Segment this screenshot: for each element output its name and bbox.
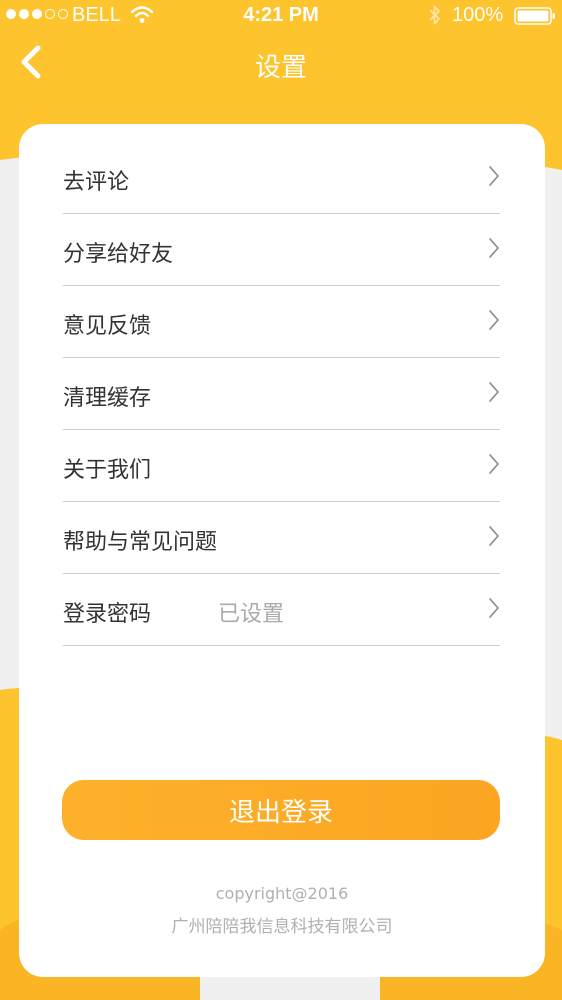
menu-item-label: 分享给好友 [63,242,174,267]
copyright-text: copyright@2016 [215,884,349,903]
chevron-right-icon [489,526,499,546]
chevron-right-icon [489,598,499,618]
password-status: 已设置 [218,602,285,627]
chevron-right-icon [489,382,499,402]
chevron-right-icon [489,238,499,258]
menu-item-label: 清理缓存 [63,386,152,411]
menu-item-share[interactable]: 分享给好友 [63,214,500,286]
menu-item-label: 意见反馈 [63,314,152,339]
company-name: 广州陪陪我信息科技有限公司 [171,917,393,937]
logout-button[interactable]: 退出登录 [62,780,500,840]
chevron-right-icon [489,454,499,474]
menu-item-rate[interactable]: 去评论 [63,142,500,214]
settings-screen: BELL 4:21 PM 100% 设置 去评论 分享给好友 意见反馈 清理缓存… [0,0,562,1000]
chevron-right-icon [489,166,499,186]
menu-item-help[interactable]: 帮助与常见问题 [63,502,500,574]
settings-menu: 去评论 分享给好友 意见反馈 清理缓存 关于我们 帮助与常见问题 登录密码 已设… [63,142,500,646]
navigation-bar: 设置 [0,30,562,96]
page-title: 设置 [254,53,307,83]
menu-item-label: 去评论 [63,170,130,195]
battery-percent: 100% [452,4,504,26]
bluetooth-icon [429,5,440,25]
status-bar: BELL 4:21 PM 100% [0,0,562,30]
menu-item-label: 帮助与常见问题 [63,530,218,555]
menu-item-about[interactable]: 关于我们 [63,430,500,502]
menu-item-clear-cache[interactable]: 清理缓存 [63,358,500,430]
menu-item-feedback[interactable]: 意见反馈 [63,286,500,358]
chevron-right-icon [489,310,499,330]
menu-item-label: 登录密码 [63,602,152,627]
menu-item-login-password[interactable]: 登录密码 已设置 [63,574,500,646]
settings-card: 去评论 分享给好友 意见反馈 清理缓存 关于我们 帮助与常见问题 登录密码 已设… [19,124,545,977]
battery-icon [514,7,555,25]
menu-item-label: 关于我们 [63,458,152,483]
